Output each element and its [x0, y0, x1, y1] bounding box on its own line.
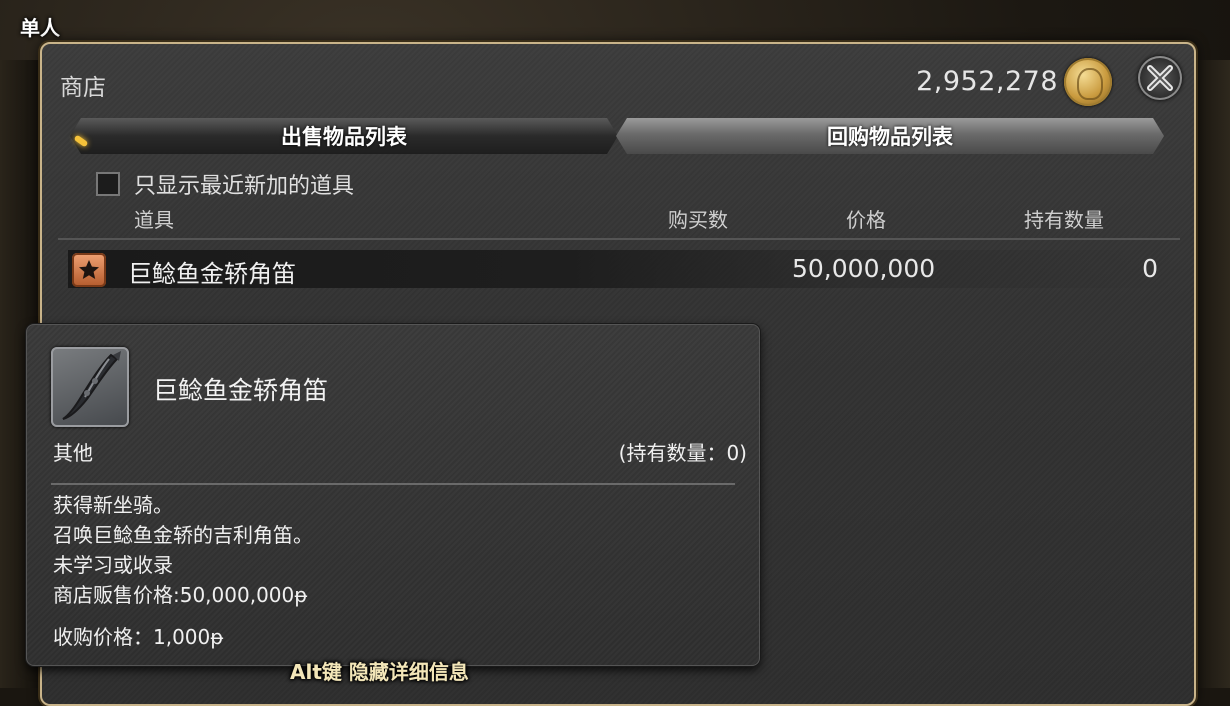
tooltip-sell-price: 商店贩售价格:50,000,000ᵽ — [53, 583, 308, 607]
close-button[interactable] — [1138, 56, 1182, 100]
tooltip-buyback-price: 收购价格：1,000ᵽ — [53, 625, 224, 649]
tab-buyback-list[interactable]: 回购物品列表 — [616, 118, 1164, 154]
close-icon — [1147, 65, 1173, 91]
background-right-edge — [1190, 60, 1230, 688]
shop-item-row[interactable]: 巨鲶鱼金轿角笛 50,000,000 0 — [68, 250, 1180, 288]
tooltip-alt-hint: Alt键 隐藏详细信息 — [290, 660, 469, 684]
item-owned-count: 0 — [1142, 254, 1158, 283]
tab-sell-list[interactable]: 出售物品列表 — [70, 118, 618, 154]
window-title: 商店 — [60, 75, 106, 101]
party-status-label: 单人 — [20, 16, 60, 40]
tooltip-description-line: 召唤巨鲶鱼金轿的吉利角笛。 — [53, 523, 313, 547]
column-header-quantity: 购买数 — [668, 208, 728, 232]
tab-sell-list-label: 出售物品列表 — [281, 125, 407, 149]
gil-coin-icon — [1064, 58, 1112, 106]
tooltip-status-line: 未学习或收录 — [53, 553, 173, 577]
column-header-price: 价格 — [846, 208, 886, 232]
item-tooltip: 巨鲶鱼金轿角笛 其他 (持有数量：0) 获得新坐骑。 召唤巨鲶鱼金轿的吉利角笛。… — [26, 324, 760, 666]
column-header-item: 道具 — [134, 208, 174, 232]
recent-items-label: 只显示最近新加的道具 — [134, 174, 355, 199]
star-icon — [72, 253, 106, 287]
gil-amount: 2,952,278 — [916, 66, 1058, 97]
tooltip-divider — [51, 483, 735, 485]
tooltip-item-name: 巨鲶鱼金轿角笛 — [153, 376, 329, 405]
tooltip-owned-count: (持有数量：0) — [618, 441, 747, 465]
item-price: 50,000,000 — [792, 254, 936, 283]
header-divider — [58, 238, 1180, 240]
recent-items-checkbox[interactable] — [96, 172, 120, 196]
column-header-owned: 持有数量 — [1024, 208, 1104, 232]
tab-buyback-list-label: 回购物品列表 — [827, 125, 953, 149]
tooltip-category: 其他 — [53, 441, 93, 465]
horn-item-icon — [51, 347, 129, 427]
item-name: 巨鲶鱼金轿角笛 — [128, 260, 296, 288]
tooltip-description-line: 获得新坐骑。 — [53, 493, 173, 517]
